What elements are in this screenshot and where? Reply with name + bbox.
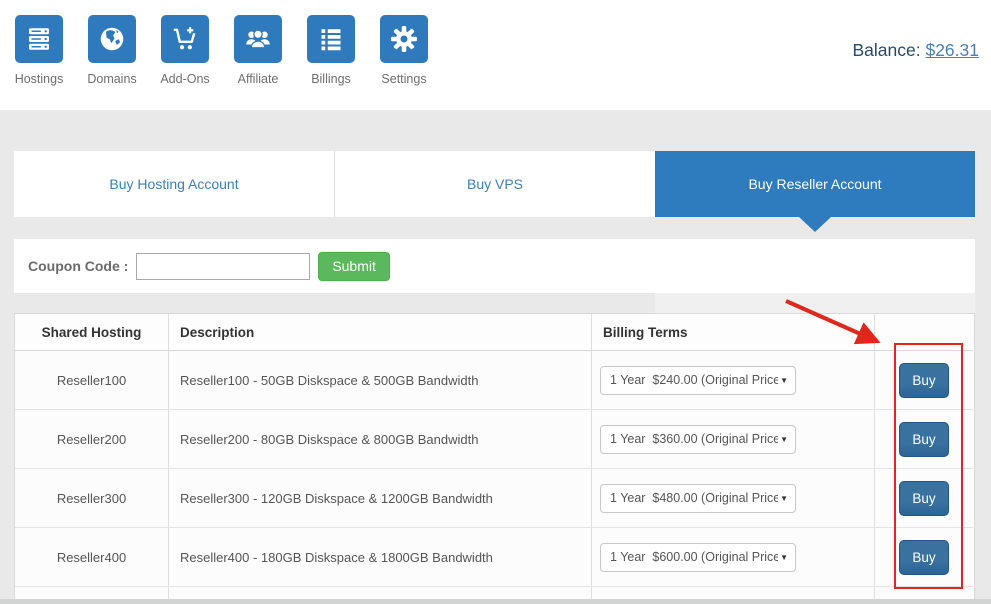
table-header-row: Shared Hosting Description Billing Terms: [15, 314, 974, 351]
nav-item-billings[interactable]: Billings: [307, 15, 355, 86]
coupon-panel: Coupon Code : Submit: [14, 239, 975, 293]
buy-button[interactable]: Buy: [899, 363, 949, 398]
plan-name-cell: Reseller400: [15, 528, 169, 587]
buy-cell: Buy: [875, 410, 973, 469]
column-header-shared-hosting: Shared Hosting: [15, 314, 169, 351]
billing-terms-cell: 1 Year $480.00 (Original Price:$480. ▼: [592, 469, 875, 528]
billing-term-select[interactable]: 1 Year $240.00 (Original Price:$240. ▼: [600, 366, 796, 395]
billing-terms-cell: 1 Year $600.00 (Original Price:$600. ▼: [592, 528, 875, 587]
balance-amount-link[interactable]: $26.31: [925, 40, 979, 60]
table-row: Reseller200 Reseller200 - 80GB Diskspace…: [15, 410, 974, 469]
plan-description-cell: Reseller300 - 120GB Diskspace & 1200GB B…: [169, 469, 592, 528]
tab-buy-hosting-account[interactable]: Buy Hosting Account: [14, 151, 334, 217]
content-gap-shade: [655, 293, 975, 313]
plan-name-cell: Reseller200: [15, 410, 169, 469]
tab-buy-vps[interactable]: Buy VPS: [334, 151, 655, 217]
main-nav: Hostings Domains: [15, 15, 428, 86]
tab-label: Buy Hosting Account: [109, 176, 238, 192]
active-tab-pointer: [799, 217, 831, 232]
billing-term-select[interactable]: 1 Year $600.00 (Original Price:$600. ▼: [600, 543, 796, 572]
buy-cell: Buy: [875, 469, 973, 528]
nav-item-domains[interactable]: Domains: [88, 15, 136, 86]
nav-item-hostings[interactable]: Hostings: [15, 15, 63, 86]
nav-label: Hostings: [15, 72, 64, 86]
nav-label: Billings: [311, 72, 351, 86]
list-icon: [307, 15, 355, 63]
column-header-billing-terms: Billing Terms: [592, 314, 875, 351]
select-caret-icon: ▼: [778, 376, 795, 385]
people-group-icon: [234, 15, 282, 63]
select-caret-icon: ▼: [778, 553, 795, 562]
nav-item-addons[interactable]: Add-Ons: [161, 15, 209, 86]
buy-button[interactable]: Buy: [899, 481, 949, 516]
billing-term-select[interactable]: 1 Year $360.00 (Original Price:$360. ▼: [600, 425, 796, 454]
billing-term-selected-option: 1 Year $240.00 (Original Price:$240.: [601, 373, 778, 387]
plan-description-cell: Reseller200 - 80GB Diskspace & 800GB Ban…: [169, 410, 592, 469]
reseller-plans-table: Shared Hosting Description Billing Terms…: [14, 313, 975, 604]
globe-icon: [88, 15, 136, 63]
billing-term-selected-option: 1 Year $600.00 (Original Price:$600.: [601, 550, 778, 564]
column-header-description: Description: [169, 314, 592, 351]
nav-label: Add-Ons: [160, 72, 209, 86]
buy-button[interactable]: Buy: [899, 422, 949, 457]
table-row: Reseller400 Reseller400 - 180GB Diskspac…: [15, 528, 974, 587]
nav-label: Affiliate: [238, 72, 279, 86]
tab-label: Buy VPS: [467, 176, 523, 192]
nav-item-affiliate[interactable]: Affiliate: [234, 15, 282, 86]
billing-term-select[interactable]: 1 Year $480.00 (Original Price:$480. ▼: [600, 484, 796, 513]
coupon-submit-button[interactable]: Submit: [318, 252, 390, 281]
plan-name-cell: Reseller100: [15, 351, 169, 410]
coupon-code-label: Coupon Code :: [28, 258, 128, 274]
plan-description-cell: Reseller400 - 180GB Diskspace & 1800GB B…: [169, 528, 592, 587]
billing-term-selected-option: 1 Year $480.00 (Original Price:$480.: [601, 491, 778, 505]
column-header-actions: [875, 314, 973, 351]
billing-terms-cell: 1 Year $360.00 (Original Price:$360. ▼: [592, 410, 875, 469]
bottom-scroll-strip: [0, 599, 991, 604]
server-stack-icon: [15, 15, 63, 63]
plans-tbody: Reseller100 Reseller100 - 50GB Diskspace…: [15, 351, 974, 604]
balance-label: Balance:: [852, 40, 920, 60]
purchase-tabs: Buy Hosting Account Buy VPS Buy Reseller…: [14, 151, 975, 217]
buy-button[interactable]: Buy: [899, 540, 949, 575]
nav-label: Settings: [381, 72, 426, 86]
balance: Balance: $26.31: [852, 40, 979, 61]
buy-cell: Buy: [875, 528, 973, 587]
table-row: Reseller100 Reseller100 - 50GB Diskspace…: [15, 351, 974, 410]
tab-buy-reseller-account[interactable]: Buy Reseller Account: [655, 151, 975, 217]
table-row: Reseller300 Reseller300 - 120GB Diskspac…: [15, 469, 974, 528]
select-caret-icon: ▼: [778, 435, 795, 444]
select-caret-icon: ▼: [778, 494, 795, 503]
coupon-code-input[interactable]: [136, 253, 310, 280]
billing-terms-cell: 1 Year $240.00 (Original Price:$240. ▼: [592, 351, 875, 410]
tab-label: Buy Reseller Account: [748, 176, 881, 192]
buy-cell: Buy: [875, 351, 973, 410]
nav-item-settings[interactable]: Settings: [380, 15, 428, 86]
plan-description-cell: Reseller100 - 50GB Diskspace & 500GB Ban…: [169, 351, 592, 410]
top-header: Hostings Domains: [0, 0, 991, 110]
gear-icon: [380, 15, 428, 63]
billing-term-selected-option: 1 Year $360.00 (Original Price:$360.: [601, 432, 778, 446]
cart-plus-icon: [161, 15, 209, 63]
nav-label: Domains: [87, 72, 136, 86]
plan-name-cell: Reseller300: [15, 469, 169, 528]
